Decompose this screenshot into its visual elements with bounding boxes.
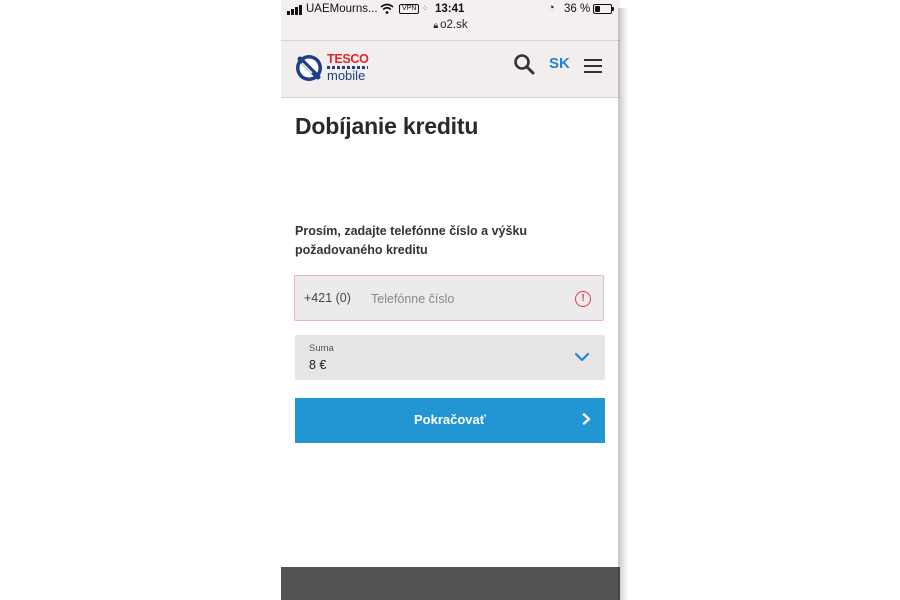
- language-switch[interactable]: SK: [549, 55, 570, 72]
- phone-screen: UAEMourns... VPN ⁘ 13:41 ◔ 36 % 🔒︎ o2.sk …: [281, 0, 620, 600]
- url-text: o2.sk: [440, 19, 468, 31]
- search-icon[interactable]: [513, 53, 535, 75]
- activity-icon: ⁘: [421, 3, 429, 13]
- chevron-right-icon: [582, 413, 591, 425]
- vpn-badge: VPN: [399, 4, 420, 14]
- phone-number-field[interactable]: +421 (0) !: [294, 275, 604, 321]
- signal-icon: [287, 5, 302, 15]
- wifi-icon: [380, 3, 394, 14]
- battery-tip: [612, 7, 614, 11]
- battery-icon: [593, 4, 612, 14]
- rotation-lock-icon: ◔: [548, 2, 555, 14]
- battery-percent: 36 %: [564, 3, 591, 15]
- footer-bar: [281, 567, 620, 600]
- clock: 13:41: [435, 3, 465, 15]
- phone-number-input[interactable]: [369, 285, 563, 313]
- instruction-text: Prosím, zadajte telefónne číslo a výšku …: [295, 224, 528, 257]
- carrier-name: UAEMourns...: [306, 3, 378, 15]
- country-prefix: +421 (0): [304, 291, 351, 305]
- phone-edge-shadow: [618, 8, 628, 600]
- amount-value: 8 €: [309, 358, 327, 372]
- tesco-mobile-logo-icon[interactable]: [295, 54, 323, 82]
- page-title: Dobíjanie kreditu: [295, 113, 479, 139]
- hamburger-menu-icon[interactable]: [584, 59, 602, 75]
- battery-level: [595, 6, 601, 12]
- continue-button[interactable]: Pokračovať: [295, 398, 605, 443]
- logo-tesco-text: TESCO: [327, 52, 369, 66]
- address-bar[interactable]: 🔒︎ o2.sk: [281, 19, 620, 31]
- amount-label: Suma: [309, 343, 334, 354]
- amount-select[interactable]: Suma 8 €: [295, 335, 605, 380]
- site-header: TESCO mobile SK: [281, 41, 620, 98]
- continue-button-label: Pokračovať: [414, 412, 486, 427]
- alert-circle-icon: !: [575, 291, 591, 307]
- lock-icon: 🔒︎: [433, 20, 439, 30]
- chevron-down-icon: [574, 352, 590, 362]
- status-bar: UAEMourns... VPN ⁘ 13:41 ◔ 36 % 🔒︎ o2.sk: [281, 0, 620, 41]
- logo-mobile-text: mobile: [327, 68, 366, 83]
